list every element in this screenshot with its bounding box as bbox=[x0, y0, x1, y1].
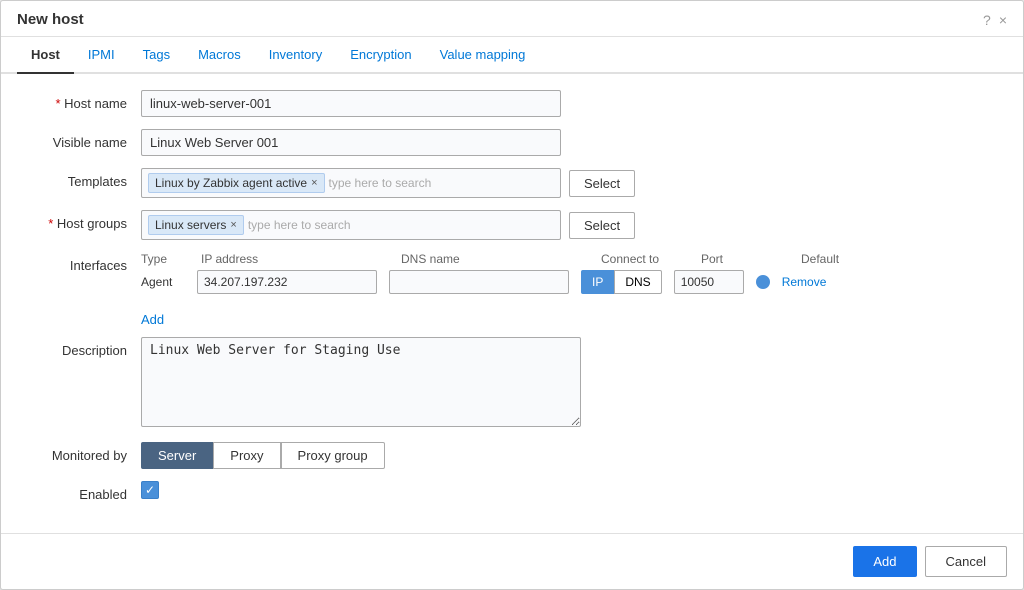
visible-name-control bbox=[141, 129, 1003, 156]
visible-name-row: Visible name bbox=[21, 129, 1003, 156]
tab-host[interactable]: Host bbox=[17, 37, 74, 74]
monitored-proxy-button[interactable]: Proxy bbox=[213, 442, 280, 469]
tab-ipmi[interactable]: IPMI bbox=[74, 37, 129, 74]
host-name-row: Host name bbox=[21, 90, 1003, 117]
monitored-by-buttons: Server Proxy Proxy group bbox=[141, 442, 1003, 469]
tab-encryption[interactable]: Encryption bbox=[336, 37, 425, 74]
col-dns-header: DNS name bbox=[401, 252, 601, 266]
templates-label: Templates bbox=[21, 168, 141, 189]
col-type-header: Type bbox=[141, 252, 201, 266]
description-row: Description Linux Web Server for Staging… bbox=[21, 337, 1003, 430]
new-host-dialog: New host ? × Host IPMI Tags Macros Inven… bbox=[0, 0, 1024, 590]
template-tag: Linux by Zabbix agent active × bbox=[148, 173, 325, 193]
interface-port-input[interactable] bbox=[674, 270, 744, 294]
interface-agent-row: Agent IP DNS Remove bbox=[141, 270, 1003, 294]
interfaces-section: Type IP address DNS name Connect to Port… bbox=[141, 252, 1003, 294]
tab-inventory[interactable]: Inventory bbox=[255, 37, 336, 74]
form-body: Host name Visible name Templates Linux b… bbox=[1, 74, 1023, 533]
templates-tag-input[interactable]: Linux by Zabbix agent active × type here… bbox=[141, 168, 561, 198]
help-icon[interactable]: ? bbox=[983, 12, 991, 28]
default-radio[interactable] bbox=[756, 275, 770, 289]
host-group-tag-label: Linux servers bbox=[155, 218, 226, 232]
visible-name-input[interactable] bbox=[141, 129, 561, 156]
host-name-label: Host name bbox=[21, 90, 141, 111]
host-groups-select-button[interactable]: Select bbox=[569, 212, 635, 239]
interfaces-header: Type IP address DNS name Connect to Port… bbox=[141, 252, 1003, 266]
add-button[interactable]: Add bbox=[853, 546, 916, 577]
interface-ip-input[interactable] bbox=[197, 270, 377, 294]
tab-tags[interactable]: Tags bbox=[129, 37, 184, 74]
enabled-row: Enabled bbox=[21, 481, 1003, 502]
remove-interface-link[interactable]: Remove bbox=[782, 275, 827, 289]
cancel-button[interactable]: Cancel bbox=[925, 546, 1007, 577]
description-control: Linux Web Server for Staging Use bbox=[141, 337, 1003, 430]
col-connect-header: Connect to bbox=[601, 252, 701, 266]
template-tag-remove[interactable]: × bbox=[311, 177, 317, 189]
col-ip-header: IP address bbox=[201, 252, 401, 266]
tab-bar: Host IPMI Tags Macros Inventory Encrypti… bbox=[1, 37, 1023, 74]
templates-control: Linux by Zabbix agent active × type here… bbox=[141, 168, 1003, 198]
interfaces-row: Interfaces Type IP address DNS name Conn… bbox=[21, 252, 1003, 298]
visible-name-label: Visible name bbox=[21, 129, 141, 150]
dialog-footer: Add Cancel bbox=[1, 533, 1023, 589]
host-groups-label: Host groups bbox=[21, 210, 141, 231]
interface-type-label: Agent bbox=[141, 275, 191, 289]
host-name-input[interactable] bbox=[141, 90, 561, 117]
templates-placeholder: type here to search bbox=[329, 176, 432, 190]
host-groups-row: Host groups Linux servers × type here to… bbox=[21, 210, 1003, 240]
tab-value-mapping[interactable]: Value mapping bbox=[426, 37, 540, 74]
add-interface-link[interactable]: Add bbox=[141, 312, 164, 327]
description-label: Description bbox=[21, 337, 141, 358]
host-group-tag: Linux servers × bbox=[148, 215, 244, 235]
host-groups-placeholder: type here to search bbox=[248, 218, 351, 232]
monitored-by-row: Monitored by Server Proxy Proxy group bbox=[21, 442, 1003, 469]
close-icon[interactable]: × bbox=[999, 12, 1007, 28]
connect-ip-button[interactable]: IP bbox=[581, 270, 614, 294]
template-tag-label: Linux by Zabbix agent active bbox=[155, 176, 307, 190]
connect-buttons: IP DNS bbox=[581, 270, 662, 294]
header-icons: ? × bbox=[983, 12, 1007, 28]
connect-dns-button[interactable]: DNS bbox=[614, 270, 661, 294]
host-group-tag-remove[interactable]: × bbox=[230, 219, 236, 231]
templates-row: Templates Linux by Zabbix agent active ×… bbox=[21, 168, 1003, 198]
host-groups-tag-input[interactable]: Linux servers × type here to search bbox=[141, 210, 561, 240]
host-name-control bbox=[141, 90, 1003, 117]
enabled-label: Enabled bbox=[21, 481, 141, 502]
monitored-proxy-group-button[interactable]: Proxy group bbox=[281, 442, 385, 469]
interface-dns-input[interactable] bbox=[389, 270, 569, 294]
description-textarea[interactable]: Linux Web Server for Staging Use bbox=[141, 337, 581, 427]
enabled-control bbox=[141, 481, 1003, 499]
templates-select-button[interactable]: Select bbox=[569, 170, 635, 197]
add-interface-row: Add bbox=[21, 310, 1003, 327]
monitored-by-control: Server Proxy Proxy group bbox=[141, 442, 1003, 469]
interfaces-label: Interfaces bbox=[21, 252, 141, 273]
enabled-checkbox-container bbox=[141, 481, 1003, 499]
dialog-title: New host bbox=[17, 11, 84, 28]
dialog-header: New host ? × bbox=[1, 1, 1023, 37]
monitored-server-button[interactable]: Server bbox=[141, 442, 213, 469]
monitored-by-label: Monitored by bbox=[21, 442, 141, 463]
interfaces-control: Type IP address DNS name Connect to Port… bbox=[141, 252, 1003, 298]
col-port-header: Port bbox=[701, 252, 801, 266]
host-groups-control: Linux servers × type here to search Sele… bbox=[141, 210, 1003, 240]
col-default-header: Default bbox=[801, 252, 881, 266]
tab-macros[interactable]: Macros bbox=[184, 37, 255, 74]
enabled-checkbox[interactable] bbox=[141, 481, 159, 499]
